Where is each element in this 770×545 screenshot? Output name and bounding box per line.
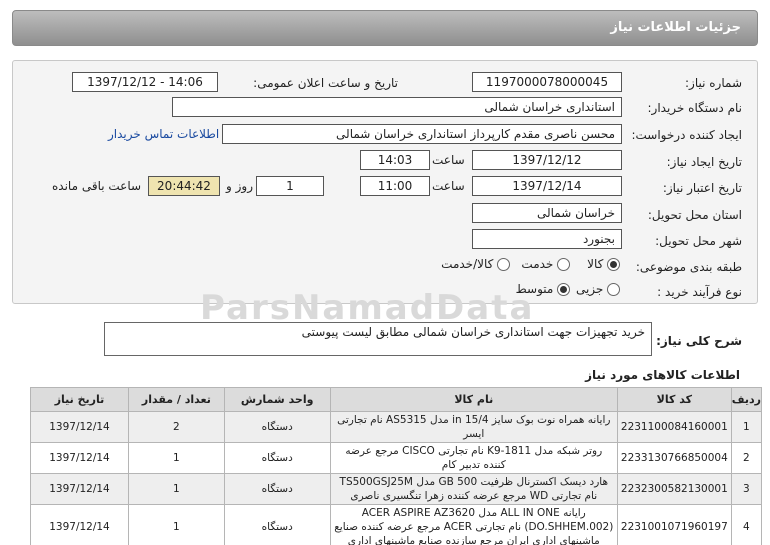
category-option-service[interactable]: خدمت	[521, 257, 570, 271]
need-number-label: شماره نیاز:	[685, 76, 742, 90]
cell-date: 1397/12/14	[30, 504, 129, 545]
cell-code: 2231001071960197	[616, 504, 732, 545]
announce-label: تاریخ و ساعت اعلان عمومی:	[253, 76, 398, 90]
table-row: 2 2233130766850004 روتر شبکه مدل K9-1811…	[30, 442, 763, 474]
table-row: 4 2231001071960197 رایانه ALL IN ONE مدل…	[30, 504, 763, 545]
column-header-quantity: تعداد / مقدار	[127, 387, 225, 412]
validity-time-label: ساعت	[432, 179, 465, 193]
general-description-box: خرید تجهیزات جهت استانداری خراسان شمالی …	[104, 322, 652, 356]
province-label: استان محل تحویل:	[647, 208, 742, 222]
page-header: جزئیات اطلاعات نیاز	[12, 10, 758, 46]
cell-unit: دستگاه	[223, 442, 331, 474]
radio-selected-icon	[557, 283, 570, 296]
radio-icon	[557, 258, 570, 271]
created-date-field: 1397/12/12	[472, 150, 622, 170]
validity-date-label: تاریخ اعتبار نیاز:	[662, 181, 742, 195]
radio-icon	[497, 258, 510, 271]
days-label: روز و	[226, 179, 253, 193]
process-option-minor[interactable]: جزیی	[576, 282, 620, 296]
radio-icon	[607, 283, 620, 296]
cell-quantity: 1	[127, 473, 225, 505]
cell-quantity: 1	[127, 442, 225, 474]
cell-row-number: 2	[730, 442, 763, 474]
cell-row-number: 1	[730, 411, 763, 443]
table-row: 3 2232300582130001 هارد دیسک اکسترنال ظر…	[30, 473, 763, 505]
table-header-row: ردیف کد کالا نام کالا واحد شمارش تعداد /…	[30, 387, 763, 412]
buyer-org-label: نام دستگاه خریدار:	[647, 101, 743, 115]
buyer-org-field: استانداری خراسان شمالی	[172, 97, 622, 117]
category-label: طبقه بندی موضوعی:	[635, 260, 742, 274]
days-remaining-field: 1	[256, 176, 324, 196]
category-option-goods-service[interactable]: کالا/خدمت	[441, 257, 510, 271]
cell-date: 1397/12/14	[30, 473, 129, 505]
validity-date-field: 1397/12/14	[472, 176, 622, 196]
category-option-goods[interactable]: کالا	[587, 257, 620, 271]
cell-row-number: 3	[730, 473, 763, 505]
cell-name: روتر شبکه مدل K9-1811 نام تجارتی CISCO م…	[329, 442, 618, 474]
cell-code: 2231100084160001	[616, 411, 732, 443]
cell-code: 2233130766850004	[616, 442, 732, 474]
need-number-field: 1197000078000045	[472, 72, 622, 92]
announce-datetime-field: 1397/12/12 - 14:06	[72, 72, 218, 92]
goods-table: ردیف کد کالا نام کالا واحد شمارش تعداد /…	[30, 387, 763, 545]
radio-selected-icon	[607, 258, 620, 271]
column-header-code: کد کالا	[616, 387, 732, 412]
process-type-label: نوع فرآیند خرید :	[657, 285, 742, 299]
page-title: جزئیات اطلاعات نیاز	[610, 20, 741, 35]
table-row: 1 2231100084160001 رایانه همراه نوت بوک …	[30, 411, 763, 443]
cell-unit: دستگاه	[223, 411, 331, 443]
city-field: بجنورد	[472, 229, 622, 249]
city-label: شهر محل تحویل:	[655, 234, 742, 248]
created-time-label: ساعت	[432, 153, 465, 167]
time-remaining-field: 20:44:42	[148, 176, 220, 196]
created-date-label: تاریخ ایجاد نیاز:	[666, 155, 742, 169]
requester-label: ایجاد کننده درخواست:	[631, 128, 742, 142]
cell-code: 2232300582130001	[616, 473, 732, 505]
cell-quantity: 1	[127, 504, 225, 545]
created-time-field: 14:03	[360, 150, 430, 170]
general-description-label: شرح کلی نیاز:	[656, 334, 742, 348]
province-field: خراسان شمالی	[472, 203, 622, 223]
cell-unit: دستگاه	[223, 504, 331, 545]
cell-name: رایانه همراه نوت بوک سایز 15/4 in مدل AS…	[329, 411, 618, 443]
cell-row-number: 4	[730, 504, 763, 545]
column-header-row-number: ردیف	[730, 387, 763, 412]
requester-field: محسن ناصری مقدم کارپرداز استانداری خراسا…	[222, 124, 622, 144]
column-header-name: نام کالا	[329, 387, 618, 412]
column-header-unit: واحد شمارش	[223, 387, 331, 412]
cell-unit: دستگاه	[223, 473, 331, 505]
column-header-date: تاریخ نیاز	[30, 387, 129, 412]
cell-quantity: 2	[127, 411, 225, 443]
time-remaining-label: ساعت باقی مانده	[52, 179, 142, 193]
cell-date: 1397/12/14	[30, 411, 129, 443]
cell-name: هارد دیسک اکسترنال ظرفیت 500 GB مدل TS50…	[329, 473, 618, 505]
buyer-contact-link[interactable]: اطلاعات تماس خریدار	[108, 127, 219, 141]
cell-date: 1397/12/14	[30, 442, 129, 474]
validity-time-field: 11:00	[360, 176, 430, 196]
goods-section-title: اطلاعات کالاهای مورد نیاز	[585, 368, 740, 382]
cell-name: رایانه ALL IN ONE مدل ACER ASPIRE AZ3620…	[329, 504, 618, 545]
